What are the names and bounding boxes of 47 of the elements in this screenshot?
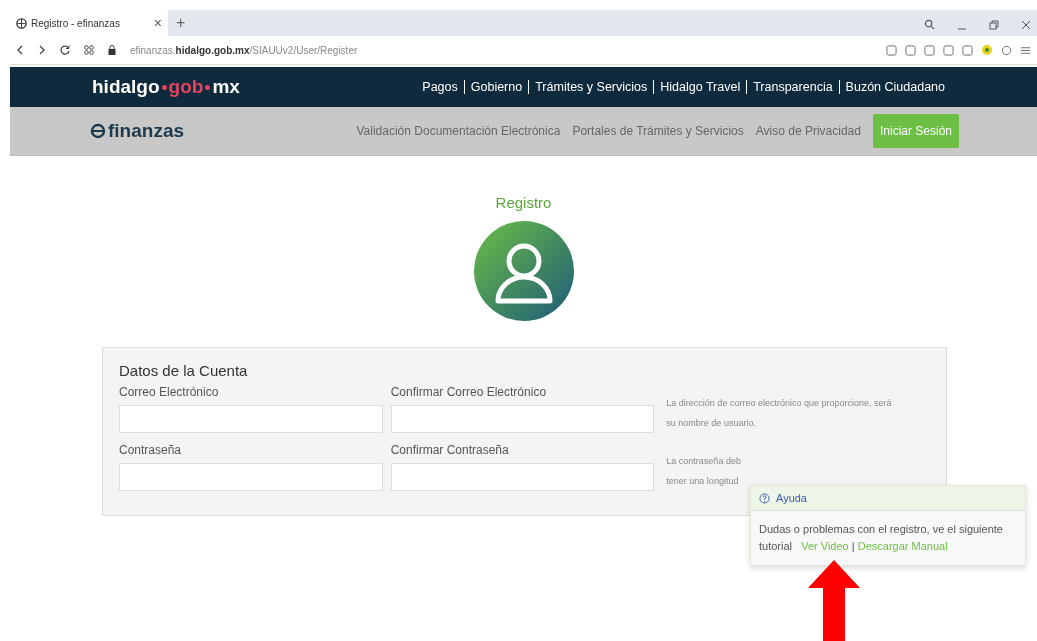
field-label: Contraseña: [119, 443, 183, 457]
input-field[interactable]: [390, 405, 655, 433]
nav-link[interactable]: Aviso de Privacidad: [755, 124, 861, 138]
nav-link[interactable]: Buzón Ciudadano: [838, 80, 951, 94]
hint-text: La contraseña deb: [666, 455, 742, 468]
field-label: Confirmar Correo Electrónico: [390, 385, 548, 399]
field-label: Correo Electrónico: [119, 385, 220, 399]
menu-icon[interactable]: [1020, 44, 1031, 56]
field-label: Confirmar Contraseña: [390, 443, 510, 457]
nav-link[interactable]: Pagos: [416, 80, 464, 94]
lock-icon: [108, 45, 116, 55]
hint-text: tener una longitud: [666, 475, 740, 488]
panel-heading: Datos de la Cuenta: [119, 362, 249, 379]
input-field[interactable]: [119, 463, 383, 491]
help-icon: [759, 492, 770, 504]
tab-title: Registro - efinanzas: [31, 17, 121, 29]
input-field[interactable]: [390, 463, 655, 491]
efinanzas-logo[interactable]: finanzas: [108, 120, 185, 142]
user-avatar-icon: [473, 221, 574, 321]
help-text: Dudas o problemas con el registro, ve el siguiente tutorial Ver Video | Descargar Manual: [758, 522, 1004, 554]
site-logo[interactable]: hidalgo gob mx: [92, 76, 240, 98]
globe-icon: [16, 17, 27, 29]
nav-link[interactable]: Validación Documentación Electrónica: [356, 124, 561, 138]
close-tab-button[interactable]: ×: [153, 15, 162, 31]
close-icon[interactable]: [1021, 19, 1031, 30]
arrow-icon: [808, 560, 860, 641]
forward-icon[interactable]: [38, 45, 46, 55]
help-title: Ayuda: [776, 492, 807, 504]
reload-icon[interactable]: [60, 45, 70, 55]
input-field[interactable]: [119, 405, 383, 433]
nav-link[interactable]: Transparencia: [746, 80, 839, 94]
new-tab-button[interactable]: +: [176, 14, 186, 32]
grid-icon[interactable]: [84, 45, 94, 55]
extension-icon[interactable]: [981, 44, 993, 56]
nav-link[interactable]: Trámites y Servicios: [528, 80, 654, 94]
browser-tab[interactable]: Registro - efinanzas ×: [10, 10, 168, 36]
back-icon[interactable]: [16, 45, 24, 55]
e-logo-icon: [90, 123, 106, 139]
restore-icon[interactable]: [989, 19, 999, 30]
nav-link[interactable]: Gobierno: [463, 80, 529, 94]
search-icon[interactable]: [924, 19, 935, 30]
page-title: Registro: [495, 194, 552, 211]
url-text[interactable]: efinanzas.hidalgo.gob.mx/SIAUUv2/User/Register: [130, 44, 358, 56]
nav-link[interactable]: Hidalgo Travel: [653, 80, 747, 94]
hint-text: su nombre de usuario.: [666, 417, 757, 430]
nav-link[interactable]: Portales de Trámites y Servicios: [572, 124, 744, 138]
hint-text: La dirección de correo electrónico que proporcione, será: [666, 397, 893, 410]
